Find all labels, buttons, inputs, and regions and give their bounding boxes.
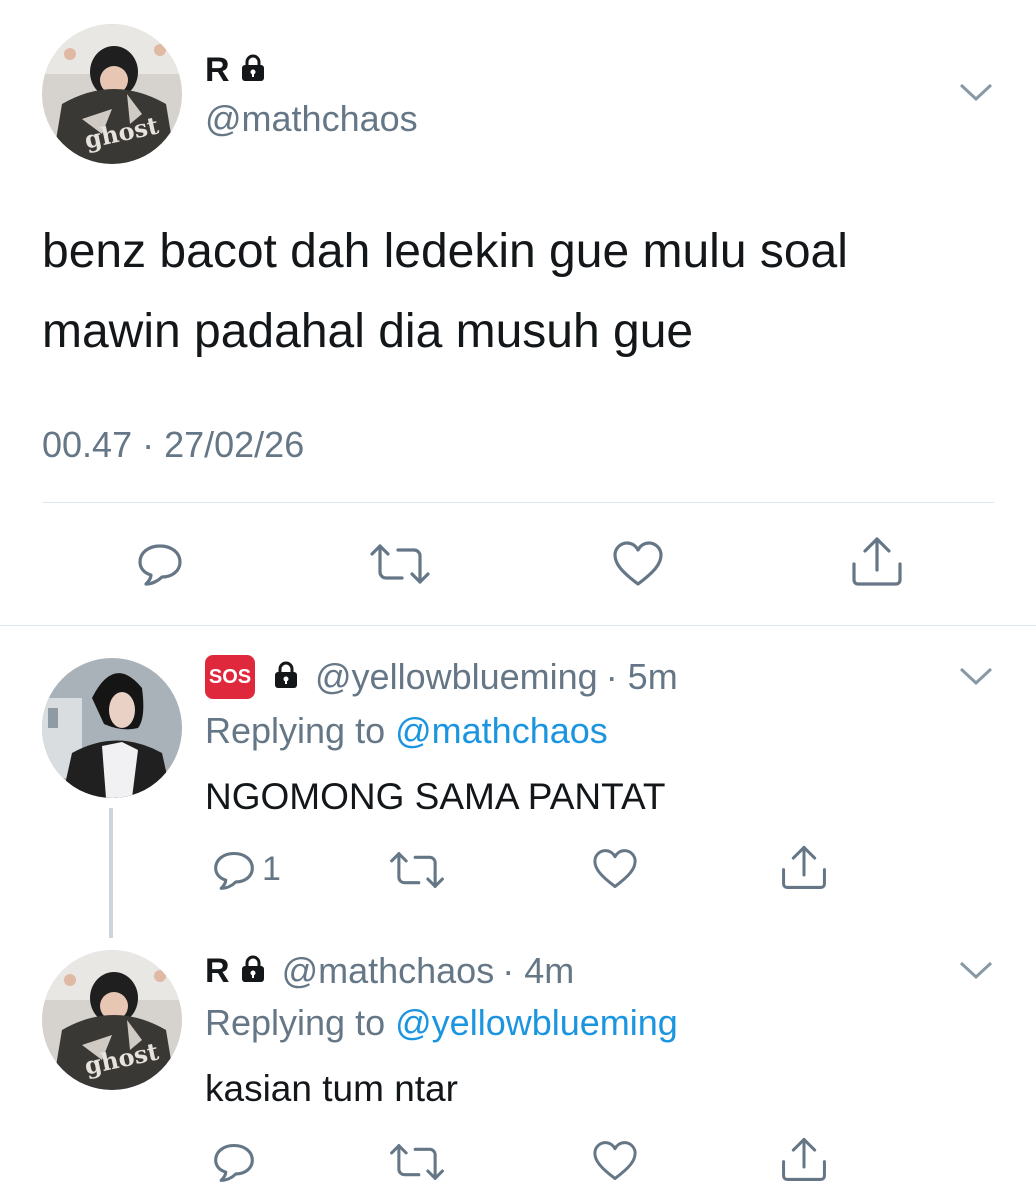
divider [42, 502, 994, 503]
chevron-down-icon[interactable] [958, 80, 994, 104]
lock-icon [238, 53, 268, 88]
tweet-text-line: mawin padahal dia musuh gue [42, 305, 694, 358]
display-name-row: R [205, 50, 268, 90]
like-icon[interactable] [592, 848, 638, 890]
reply-text: NGOMONG SAMA PANTAT [205, 776, 666, 817]
display-name[interactable]: R [205, 51, 230, 90]
reply-header: SOS @yellowblueming · 5m [205, 652, 678, 702]
chevron-down-icon[interactable] [958, 664, 994, 688]
chevron-down-icon[interactable] [958, 958, 994, 982]
replying-to-link[interactable]: @mathchaos [395, 710, 608, 751]
avatar[interactable] [42, 658, 182, 798]
lock-icon [271, 660, 301, 695]
thread-line [109, 808, 113, 938]
avatar-image [42, 658, 182, 798]
avatar[interactable]: ghost [42, 24, 182, 164]
tweet-text-line: benz bacot dah ledekin gue mulu soal [42, 225, 848, 278]
reply-text: kasian tum ntar [205, 1068, 458, 1109]
replying-to-label: Replying to [205, 1002, 386, 1043]
timestamp: 00.47 · 27/02/26 [42, 424, 305, 465]
reply-time[interactable]: · 4m [502, 950, 574, 992]
replying-to-label: Replying to [205, 710, 386, 751]
like-icon[interactable] [612, 540, 664, 588]
reply-icon[interactable] [212, 848, 256, 892]
retweet-icon[interactable] [388, 1142, 446, 1182]
replying-to-line: Replying to @yellowblueming [205, 1002, 678, 1044]
retweet-icon[interactable] [388, 850, 446, 890]
like-icon[interactable] [592, 1140, 638, 1182]
reply-icon[interactable] [212, 1140, 256, 1184]
tweet-text: benz bacot dah ledekin gue mulu soal maw… [42, 212, 848, 372]
divider [0, 625, 1036, 626]
share-icon[interactable] [780, 843, 828, 891]
retweet-icon[interactable] [368, 542, 432, 586]
reply-icon[interactable] [136, 540, 184, 588]
reply-count: 1 [262, 850, 281, 888]
display-name[interactable]: R [205, 952, 230, 991]
reply-header: R @mathchaos · 4m [205, 946, 574, 996]
replying-to-line: Replying to @mathchaos [205, 710, 608, 752]
replying-to-link[interactable]: @yellowblueming [395, 1002, 678, 1043]
sos-badge: SOS [205, 655, 255, 699]
handle[interactable]: @mathchaos [282, 950, 495, 992]
handle[interactable]: @yellowblueming [315, 656, 598, 698]
share-icon[interactable] [780, 1135, 828, 1183]
lock-icon [238, 954, 268, 989]
share-icon[interactable] [850, 534, 904, 588]
avatar[interactable]: ghost [42, 950, 182, 1090]
reply-time[interactable]: · 5m [606, 656, 678, 698]
handle[interactable]: @mathchaos [205, 98, 418, 140]
